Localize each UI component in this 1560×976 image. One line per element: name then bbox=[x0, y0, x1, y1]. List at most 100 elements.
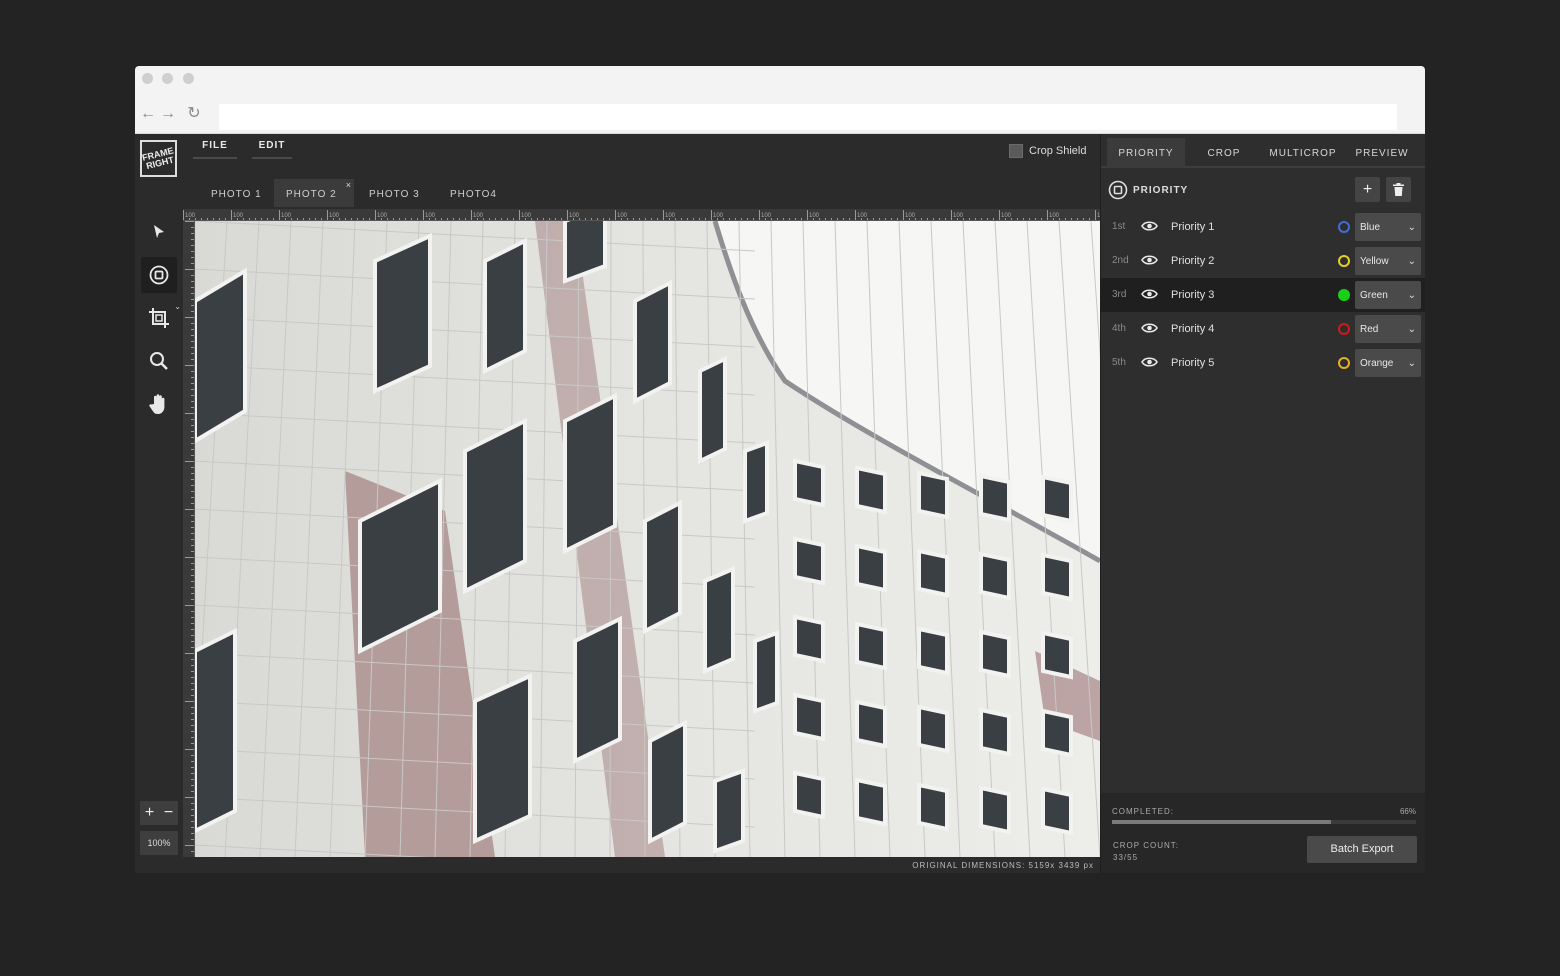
building-window bbox=[473, 672, 532, 845]
priority-rank: 3rd bbox=[1112, 289, 1127, 300]
building-window bbox=[917, 704, 949, 754]
ruler-vertical-ticks bbox=[185, 221, 194, 858]
crop-shield-toggle[interactable]: Crop Shield bbox=[1009, 144, 1086, 158]
chevron-down-icon: ⌄ bbox=[1407, 256, 1416, 267]
tab-photo-3[interactable]: PHOTO 3 bbox=[357, 179, 432, 207]
visibility-eye-icon[interactable] bbox=[1141, 288, 1158, 300]
batch-export-button[interactable]: Batch Export bbox=[1307, 836, 1417, 863]
tab-photo-4[interactable]: PHOTO4 bbox=[438, 179, 509, 207]
chevron-down-icon: ⌄ bbox=[1407, 222, 1416, 233]
priority-tool[interactable] bbox=[141, 257, 177, 293]
tab-label: PHOTO4 bbox=[450, 189, 497, 200]
priority-color-label: Orange bbox=[1360, 358, 1394, 369]
priority-row[interactable]: 1st Priority 1 Blue ⌄ bbox=[1101, 210, 1425, 244]
priority-row[interactable]: 4th Priority 4 Red ⌄ bbox=[1101, 312, 1425, 346]
building-window bbox=[979, 473, 1011, 523]
back-icon[interactable]: ← bbox=[140, 106, 156, 122]
chevron-down-icon: ⌄ bbox=[1407, 358, 1416, 369]
tab-preview[interactable]: PREVIEW bbox=[1348, 138, 1416, 168]
visibility-eye-icon[interactable] bbox=[1141, 254, 1158, 266]
crop-tool[interactable]: ⌄ bbox=[141, 300, 181, 336]
address-bar[interactable] bbox=[219, 104, 1397, 130]
ruler-label: 100 bbox=[233, 213, 244, 219]
ruler-label: 100 bbox=[281, 213, 292, 219]
ruler-label: 100 bbox=[857, 213, 868, 219]
reload-icon[interactable]: ↻ bbox=[186, 106, 202, 122]
building-window bbox=[855, 621, 887, 671]
tab-priority[interactable]: PRIORITY bbox=[1107, 138, 1185, 168]
menu-edit[interactable]: EDIT bbox=[252, 140, 292, 159]
ruler-label: 100 bbox=[377, 213, 388, 219]
priority-color-select[interactable]: Red ⌄ bbox=[1355, 315, 1421, 343]
tab-close-icon[interactable]: × bbox=[346, 180, 352, 190]
window-close-dot[interactable] bbox=[142, 73, 153, 84]
chevron-down-icon[interactable]: ⌄ bbox=[174, 302, 181, 311]
tab-label: PHOTO 2 bbox=[286, 189, 337, 200]
photo-canvas[interactable] bbox=[195, 221, 1100, 857]
priority-color-swatch bbox=[1338, 221, 1350, 233]
add-priority-button[interactable]: + bbox=[1355, 177, 1380, 202]
crop-count-label: CROP COUNT: bbox=[1113, 841, 1179, 850]
tab-label: PHOTO 3 bbox=[369, 189, 420, 200]
priority-row[interactable]: 2nd Priority 2 Yellow ⌄ bbox=[1101, 244, 1425, 278]
browser-chrome: ← → ↻ bbox=[135, 66, 1425, 134]
ruler-label: 100 bbox=[761, 213, 772, 219]
priority-color-select[interactable]: Yellow ⌄ bbox=[1355, 247, 1421, 275]
building-window bbox=[463, 417, 527, 595]
priority-color-select[interactable]: Orange ⌄ bbox=[1355, 349, 1421, 377]
crop-shield-checkbox[interactable] bbox=[1009, 144, 1023, 158]
chevron-down-icon: ⌄ bbox=[1407, 290, 1416, 301]
progress-fill bbox=[1112, 820, 1331, 824]
tab-multicrop[interactable]: MULTICROP bbox=[1265, 138, 1341, 168]
priority-color-select[interactable]: Blue ⌄ bbox=[1355, 213, 1421, 241]
ruler-label: 100 bbox=[809, 213, 820, 219]
delete-priority-button[interactable] bbox=[1386, 177, 1411, 202]
priority-name: Priority 3 bbox=[1171, 289, 1215, 301]
window-maximize-dot[interactable] bbox=[183, 73, 194, 84]
building-window bbox=[917, 470, 949, 520]
visibility-eye-icon[interactable] bbox=[1141, 356, 1158, 368]
building-window bbox=[979, 707, 1011, 757]
priority-rank: 1st bbox=[1112, 221, 1126, 232]
building-window bbox=[563, 392, 617, 555]
priority-row[interactable]: 3rd Priority 3 Green ⌄ bbox=[1101, 278, 1425, 312]
trash-icon bbox=[1393, 183, 1404, 196]
ruler-vertical bbox=[183, 221, 195, 858]
tab-crop[interactable]: CROP bbox=[1191, 138, 1257, 168]
building-window bbox=[855, 465, 887, 515]
ruler-label: 100 bbox=[617, 213, 628, 219]
priority-color-label: Green bbox=[1360, 290, 1388, 301]
pointer-tool[interactable] bbox=[141, 214, 177, 250]
zoom-in-button[interactable]: + bbox=[140, 801, 159, 825]
priority-color-swatch bbox=[1338, 357, 1350, 369]
priority-row[interactable]: 5th Priority 5 Orange ⌄ bbox=[1101, 346, 1425, 380]
building-window bbox=[793, 536, 825, 586]
tab-photo-2[interactable]: PHOTO 2 × bbox=[274, 179, 354, 207]
ruler-label: 100 bbox=[521, 213, 532, 219]
zoom-out-button[interactable]: − bbox=[159, 801, 178, 825]
menu-file[interactable]: FILE bbox=[193, 140, 237, 159]
panel-footer: COMPLETED: 66% CROP COUNT: 33/55 Batch E… bbox=[1101, 793, 1425, 873]
hand-tool[interactable] bbox=[141, 386, 177, 422]
frameright-app: FRAME RIGHT FILE EDIT Crop Shield PHOTO 1… bbox=[135, 134, 1425, 873]
ruler-label: 100 bbox=[473, 213, 484, 219]
completion-progress-bar bbox=[1112, 820, 1416, 824]
ruler-label: 100 bbox=[569, 213, 580, 219]
priority-color-select[interactable]: Green ⌄ bbox=[1355, 281, 1421, 309]
tool-sidebar: ⌄ + − 100% bbox=[135, 212, 183, 873]
priority-name: Priority 2 bbox=[1171, 255, 1215, 267]
ruler-label: 100 bbox=[185, 213, 196, 219]
building-window bbox=[648, 719, 687, 845]
ruler-label: 100 bbox=[953, 213, 964, 219]
ruler-label: 100 bbox=[329, 213, 340, 219]
tab-photo-1[interactable]: PHOTO 1 bbox=[199, 179, 274, 207]
window-minimize-dot[interactable] bbox=[162, 73, 173, 84]
visibility-eye-icon[interactable] bbox=[1141, 322, 1158, 334]
zoom-tool[interactable] bbox=[141, 343, 177, 379]
logo-text: FRAME RIGHT bbox=[140, 144, 175, 171]
priority-color-label: Red bbox=[1360, 324, 1379, 335]
forward-icon[interactable]: → bbox=[160, 106, 176, 122]
priority-rank: 5th bbox=[1112, 357, 1126, 368]
building-window bbox=[793, 458, 825, 508]
visibility-eye-icon[interactable] bbox=[1141, 220, 1158, 232]
